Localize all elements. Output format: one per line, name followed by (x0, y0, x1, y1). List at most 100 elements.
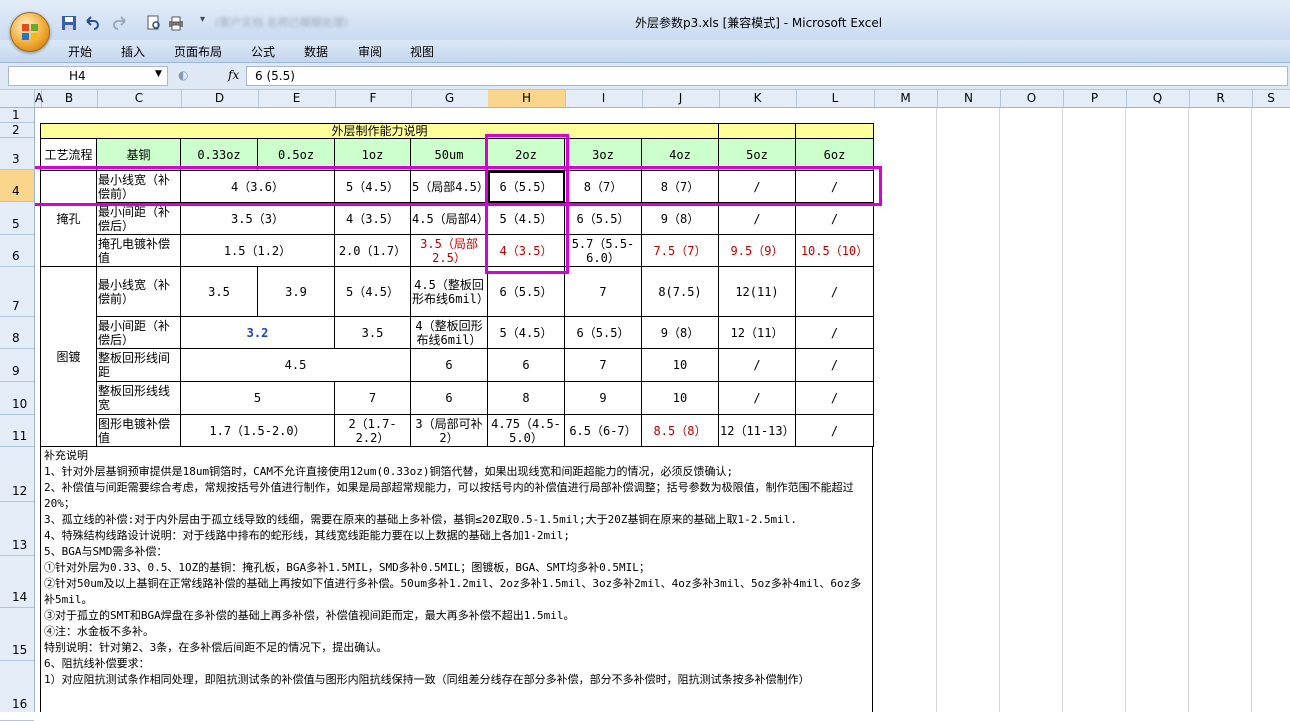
table-cell[interactable]: 1.5（1.2） (181, 235, 335, 267)
col-header-Q[interactable]: Q (1126, 90, 1190, 107)
header-50um[interactable]: 50um (411, 139, 488, 171)
table-cell[interactable]: 3（局部可补2） (411, 415, 488, 447)
table-cell[interactable]: 9.5（9） (719, 235, 796, 267)
table-cell[interactable]: 12（11） (719, 317, 796, 349)
notes-block[interactable]: 补充说明 1、针对外层基铜预审提供是18um铜箔时，CAM不允许直接使用12um… (40, 446, 873, 712)
table-cell[interactable]: 7 (335, 382, 411, 415)
name-box-dropdown-icon[interactable]: ▼ (155, 69, 162, 79)
table-cell[interactable]: / (796, 267, 874, 317)
row-header-12[interactable]: 12 (0, 447, 34, 502)
table-cell[interactable]: / (796, 317, 874, 349)
row-header-8[interactable]: 8 (0, 317, 34, 349)
table-cell[interactable]: 3.5（3） (181, 203, 335, 235)
table-cell[interactable]: 4.5（整板回形布线6mil） (411, 267, 488, 317)
row-header-15[interactable]: 15 (0, 608, 34, 661)
col-header-O[interactable]: O (1000, 90, 1064, 107)
row-header-9[interactable]: 9 (0, 349, 34, 382)
table-cell[interactable]: 2（1.7-2.2） (335, 415, 411, 447)
row-header-3[interactable]: 3 (0, 138, 34, 170)
table-cell[interactable]: 3.2 (181, 317, 335, 349)
header-6oz[interactable]: 6oz (796, 139, 874, 171)
table-cell[interactable]: 7.5（7） (642, 235, 719, 267)
table-cell[interactable]: 6（5.5） (565, 203, 642, 235)
col-header-E[interactable]: E (258, 90, 336, 107)
table-cell[interactable]: 10.5（10） (796, 235, 874, 267)
header-5oz[interactable]: 5oz (719, 139, 796, 171)
row-header-2[interactable]: 2 (0, 123, 34, 138)
row-header-5[interactable]: 5 (0, 202, 34, 235)
print-preview-icon[interactable] (145, 15, 163, 31)
col-header-L[interactable]: L (796, 90, 875, 107)
table-cell[interactable]: 4（3.6） (181, 171, 335, 203)
table-cell[interactable]: 2.0（1.7） (335, 235, 411, 267)
table-cell[interactable]: 5 (181, 382, 335, 415)
worksheet[interactable]: 外层制作能力说明 工艺流程 基铜 0.33oz 0.5oz 1oz 50um 2… (35, 108, 1290, 712)
table-cell[interactable]: 3.5 (335, 317, 411, 349)
row8-label[interactable]: 最小间距（补偿后） (97, 317, 181, 349)
table-cell[interactable]: 4.5 (181, 349, 411, 382)
col-header-M[interactable]: M (874, 90, 938, 107)
row-header-10[interactable]: 10 (0, 382, 34, 415)
tab-view[interactable]: 视图 (410, 43, 434, 60)
table-cell[interactable]: 9 (565, 382, 642, 415)
table-cell[interactable]: 4（整板回形布线6mil） (411, 317, 488, 349)
table-cell[interactable]: 5.7（5.5-6.0） (565, 235, 642, 267)
table-cell[interactable]: / (796, 349, 874, 382)
table-cell[interactable]: 6 (411, 382, 488, 415)
table-cell[interactable]: 8（7） (642, 171, 719, 203)
col-header-I[interactable]: I (565, 90, 643, 107)
table-cell[interactable]: 3.5（局部2.5） (411, 235, 488, 267)
col-header-R[interactable]: R (1189, 90, 1253, 107)
table-cell[interactable]: 8 (488, 382, 565, 415)
insert-function-icon[interactable]: fx (228, 68, 239, 82)
col-header-S[interactable]: S (1252, 90, 1290, 107)
header-4oz[interactable]: 4oz (642, 139, 719, 171)
table-cell[interactable]: / (796, 203, 874, 235)
table-cell[interactable]: 6.5（6-7） (565, 415, 642, 447)
table-cell[interactable]: 6 (488, 349, 565, 382)
table-cell[interactable]: 5（4.5） (335, 171, 411, 203)
tab-home[interactable]: 开始 (68, 43, 92, 60)
table-cell[interactable]: / (719, 349, 796, 382)
table-cell[interactable]: 5（4.5） (488, 317, 565, 349)
table-cell[interactable]: 8（7） (565, 171, 642, 203)
col-header-P[interactable]: P (1063, 90, 1127, 107)
table-cell[interactable]: 5（4.5） (335, 267, 411, 317)
row4-label[interactable]: 最小线宽（补偿前） (97, 171, 181, 203)
tab-formulas[interactable]: 公式 (251, 43, 275, 60)
group-tenting[interactable]: 掩孔 (41, 171, 97, 267)
header-0-33oz[interactable]: 0.33oz (181, 139, 258, 171)
row-header-7[interactable]: 7 (0, 267, 34, 317)
name-box[interactable]: H4 ▼ (8, 66, 168, 86)
table-cell[interactable]: 12(11) (719, 267, 796, 317)
print-icon[interactable] (167, 15, 185, 31)
col-header-H[interactable]: H (488, 90, 566, 107)
col-header-B[interactable]: B (41, 90, 98, 107)
table-cell[interactable]: 7 (565, 349, 642, 382)
table-cell[interactable]: 7 (565, 267, 642, 317)
table-cell[interactable]: / (796, 382, 874, 415)
table-cell[interactable]: 8.5（8） (642, 415, 719, 447)
row6-label[interactable]: 掩孔电镀补偿值 (97, 235, 181, 267)
save-icon[interactable] (60, 15, 78, 31)
col-header-F[interactable]: F (335, 90, 412, 107)
table-cell[interactable]: 4.5（局部4） (411, 203, 488, 235)
col-header-D[interactable]: D (181, 90, 259, 107)
tab-review[interactable]: 审阅 (358, 43, 382, 60)
table-cell[interactable]: 6 (411, 349, 488, 382)
table-cell[interactable]: 4.75（4.5-5.0） (488, 415, 565, 447)
table-cell[interactable]: 10 (642, 349, 719, 382)
col-header-N[interactable]: N (937, 90, 1001, 107)
header-base-copper[interactable]: 基铜 (97, 139, 181, 171)
header-1oz[interactable]: 1oz (335, 139, 411, 171)
col-header-J[interactable]: J (642, 90, 720, 107)
row5-label[interactable]: 最小间距（补偿后） (97, 203, 181, 235)
table-cell[interactable]: / (796, 415, 874, 447)
row9-label[interactable]: 整板回形线间距 (97, 349, 181, 382)
table-cell[interactable]: 9（8） (642, 203, 719, 235)
customize-quick-access-icon[interactable]: ▾ (200, 14, 205, 25)
row7-label[interactable]: 最小线宽（补偿前） (97, 267, 181, 317)
table-cell[interactable]: / (719, 171, 796, 203)
table-title[interactable]: 外层制作能力说明 (41, 124, 719, 139)
col-header-C[interactable]: C (97, 90, 182, 107)
